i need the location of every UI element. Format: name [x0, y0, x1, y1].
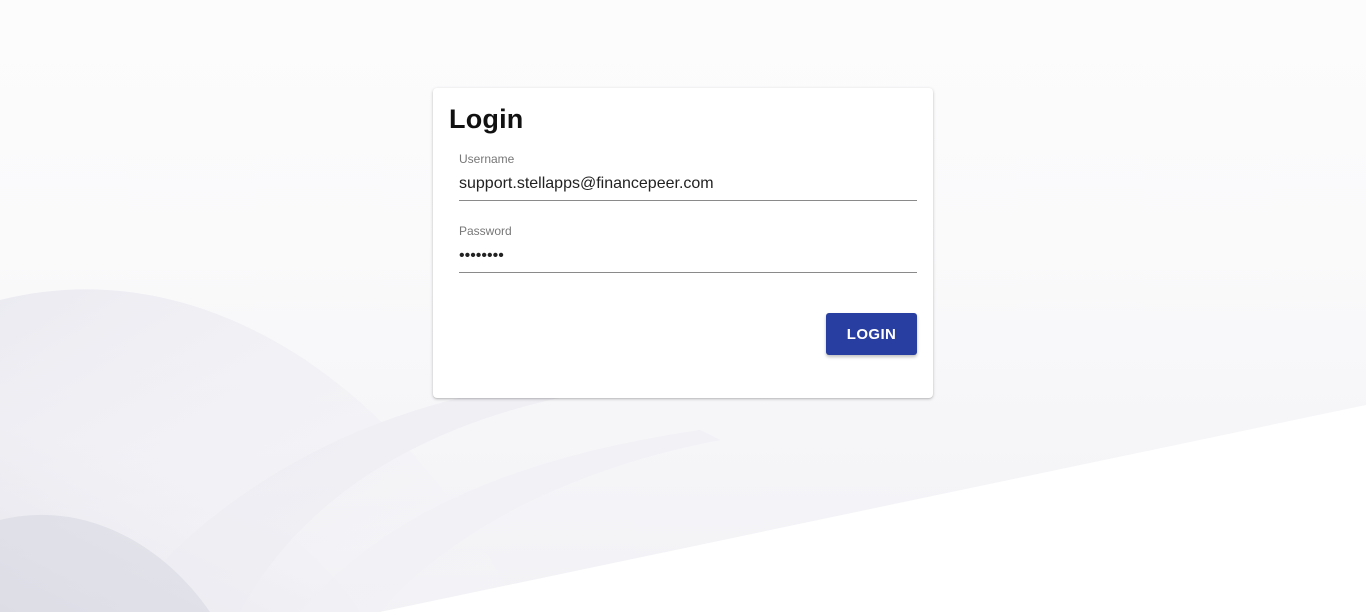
- login-button[interactable]: LOGIN: [826, 313, 917, 355]
- password-label: Password: [459, 224, 512, 238]
- password-field-group: Password: [459, 224, 917, 273]
- username-field-group: Username: [459, 152, 917, 201]
- username-input[interactable]: [459, 172, 917, 201]
- login-title: Login: [449, 104, 524, 134]
- login-card: Login Username Password LOGIN: [433, 88, 933, 398]
- password-input[interactable]: [459, 244, 917, 273]
- username-label: Username: [459, 152, 515, 166]
- login-page: Login Username Password LOGIN: [0, 0, 1366, 612]
